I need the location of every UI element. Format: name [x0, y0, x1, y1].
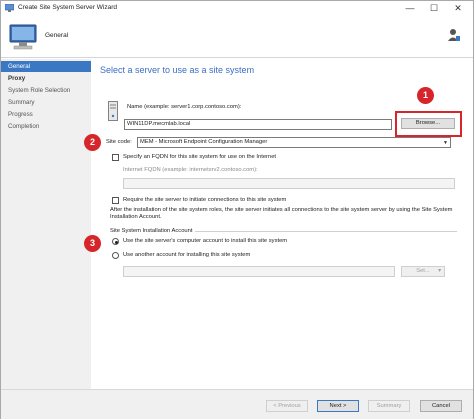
install-account-group-label: Site System Installation Account [110, 228, 193, 234]
server-name-input[interactable]: WIN11DP.mecmlab.local [124, 119, 392, 130]
nav-item-proxy[interactable]: Proxy [1, 73, 91, 84]
maximize-button[interactable]: ☐ [421, 2, 447, 14]
set-button-label: Set... [416, 268, 430, 274]
computer-icon [9, 24, 37, 50]
page-heading: Select a server to use as a site system [100, 65, 255, 75]
wizard-app-icon [5, 4, 14, 12]
browse-highlight-box [395, 111, 462, 137]
radio-computer-account-label: Use the site server's computer account t… [123, 238, 288, 244]
internet-fqdn-input [123, 178, 455, 189]
wizard-footer: < Previous Next > Summary Cancel [1, 389, 473, 419]
callout-2: 2 [84, 134, 101, 151]
radio-another-account-label: Use another account for installing this … [123, 252, 251, 258]
internet-fqdn-label: Internet FQDN (example: internetsrv2.con… [123, 167, 258, 173]
account-input [123, 266, 395, 277]
header-title: General [45, 32, 69, 39]
fqdn-checkbox-label: Specify an FQDN for this site system for… [123, 154, 277, 160]
chevron-down-icon: ▼ [443, 140, 448, 146]
info-text-line-2: Installation Account. [110, 214, 162, 220]
info-text-line-1: After the installation of the site syste… [110, 207, 453, 213]
set-button: Set... ▾ [401, 266, 445, 277]
set-dropdown-arrow-icon: ▾ [438, 268, 441, 274]
callout-3: 3 [84, 235, 101, 252]
nav-item-summary[interactable]: Summary [1, 97, 91, 108]
cancel-button[interactable]: Cancel [420, 400, 462, 412]
radio-computer-account[interactable] [112, 238, 119, 245]
window-title: Create Site System Server Wizard [18, 4, 117, 11]
name-label: Name (example: server1.corp.contoso.com)… [127, 104, 242, 110]
require-initiate-checkbox[interactable] [112, 197, 119, 204]
nav-item-progress[interactable]: Progress [1, 109, 91, 120]
radio-another-account[interactable] [112, 252, 119, 259]
require-initiate-label: Require the site server to initiate conn… [123, 197, 287, 203]
previous-button: < Previous [266, 400, 308, 412]
nav-item-general[interactable]: General [1, 61, 91, 72]
fqdn-checkbox[interactable] [112, 154, 119, 161]
next-button[interactable]: Next > [317, 400, 359, 412]
minimize-button[interactable]: — [397, 2, 423, 14]
site-code-value: MEM - Microsoft Endpoint Configuration M… [140, 139, 268, 145]
main-panel: Select a server to use as a site system … [91, 59, 473, 389]
close-button[interactable]: ✕ [445, 2, 471, 14]
site-code-select[interactable]: MEM - Microsoft Endpoint Configuration M… [137, 137, 451, 148]
wizard-header: General [1, 16, 473, 58]
nav-item-completion[interactable]: Completion [1, 121, 91, 132]
group-divider [195, 231, 457, 232]
wizard-nav: General Proxy System Role Selection Summ… [1, 59, 91, 389]
site-code-label: Site code: [106, 139, 132, 145]
wizard-window: Create Site System Server Wizard — ☐ ✕ G… [0, 0, 474, 419]
help-person-icon[interactable] [447, 28, 461, 42]
summary-button: Summary [368, 400, 410, 412]
title-bar: Create Site System Server Wizard — ☐ ✕ [1, 1, 473, 16]
nav-item-system-role-selection[interactable]: System Role Selection [1, 85, 91, 96]
server-icon [108, 101, 118, 121]
callout-1: 1 [417, 87, 434, 104]
